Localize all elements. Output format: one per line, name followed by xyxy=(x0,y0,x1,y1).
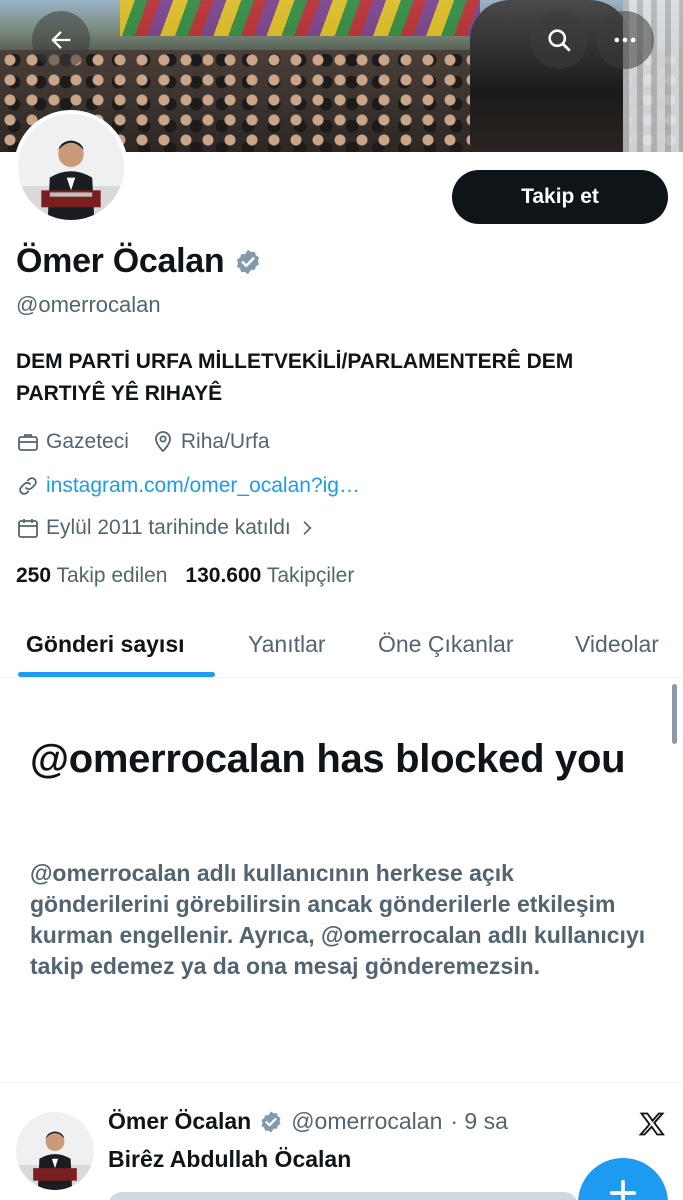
profile-handle: @omerrocalan xyxy=(16,292,161,317)
tweet-text: Birêz Abdullah Öcalan xyxy=(108,1146,352,1172)
briefcase-icon xyxy=(18,434,38,451)
active-tab-indicator xyxy=(18,672,215,677)
followers-count: 130.600 xyxy=(185,564,262,587)
section-divider xyxy=(0,1082,683,1083)
more-button[interactable] xyxy=(596,11,654,69)
profile-link[interactable]: instagram.com/omer_ocalan?ig… xyxy=(46,474,360,498)
location-pin-icon xyxy=(154,431,171,453)
back-button[interactable] xyxy=(32,11,90,69)
followers-link[interactable]: 130.600 Takipçiler xyxy=(185,564,354,588)
profile-name-row: Ömer Öcalan xyxy=(16,242,262,281)
tab-highlights[interactable]: Öne Çıkanlar xyxy=(378,610,514,678)
calendar-icon xyxy=(18,519,38,538)
compose-button[interactable] xyxy=(578,1158,668,1200)
profile-tabs: Gönderi sayısı Yanıtlar Öne Çıkanlar Vid… xyxy=(0,610,683,678)
link-icon xyxy=(19,477,37,495)
tweet-time: · 9 sa xyxy=(450,1108,508,1134)
plus-icon xyxy=(609,1179,637,1200)
tweet-header: Ömer Öcalan @omerrocalan · 9 sa xyxy=(108,1108,508,1135)
more-horizontal-icon xyxy=(614,37,636,43)
banner-flags xyxy=(120,0,480,36)
profession-item: Gazeteci xyxy=(16,430,129,454)
tweet-author-handle[interactable]: @omerrocalan xyxy=(291,1108,442,1135)
joined-text: Eylül 2011 tarihinde katıldı xyxy=(46,516,291,539)
tab-videos[interactable]: Videolar xyxy=(575,610,659,678)
following-label: Takip edilen xyxy=(56,564,168,587)
search-button[interactable] xyxy=(530,11,588,69)
chevron-right-icon xyxy=(303,521,312,535)
blocked-title: @omerrocalan has blocked you xyxy=(30,737,626,781)
profession-text: Gazeteci xyxy=(46,430,129,453)
verified-badge-icon[interactable] xyxy=(234,248,262,276)
scrollbar[interactable] xyxy=(672,684,677,744)
follow-counts: 250 Takip edilen 130.600 Takipçiler xyxy=(16,564,354,588)
profile-link-row[interactable]: instagram.com/omer_ocalan?ig… xyxy=(16,474,360,498)
location-item: Riha/Urfa xyxy=(151,430,270,454)
search-icon xyxy=(548,29,571,52)
tweet-avatar-photo xyxy=(16,1112,94,1190)
tweet-author-name[interactable]: Ömer Öcalan xyxy=(108,1108,251,1135)
joined-row[interactable]: Eylül 2011 tarihinde katıldı xyxy=(16,516,323,540)
following-count: 250 xyxy=(16,564,52,587)
following-link[interactable]: 250 Takip edilen xyxy=(16,564,167,588)
verified-badge-icon xyxy=(261,1111,281,1132)
location-text: Riha/Urfa xyxy=(180,430,270,453)
x-logo-icon xyxy=(638,1112,665,1136)
profile-avatar[interactable] xyxy=(14,110,128,224)
profile-bio: DEM PARTİ URFA MİLLETVEKİLİ/PARLAMENTERÊ… xyxy=(16,350,574,405)
tweet-media-card[interactable] xyxy=(108,1192,578,1200)
avatar-photo xyxy=(18,114,124,220)
follow-button[interactable]: Takip et xyxy=(452,170,668,224)
tab-posts[interactable]: Gönderi sayısı xyxy=(26,610,185,678)
arrow-left-icon xyxy=(51,31,71,49)
profile-name: Ömer Öcalan xyxy=(16,242,225,280)
blocked-description: @omerrocalan adlı kullanıcının herkese a… xyxy=(30,860,646,979)
followers-label: Takipçiler xyxy=(266,564,355,587)
tab-replies[interactable]: Yanıtlar xyxy=(248,610,326,678)
tweet-avatar[interactable] xyxy=(16,1112,94,1190)
profile-meta-row: Gazeteci Riha/Urfa xyxy=(16,430,292,454)
